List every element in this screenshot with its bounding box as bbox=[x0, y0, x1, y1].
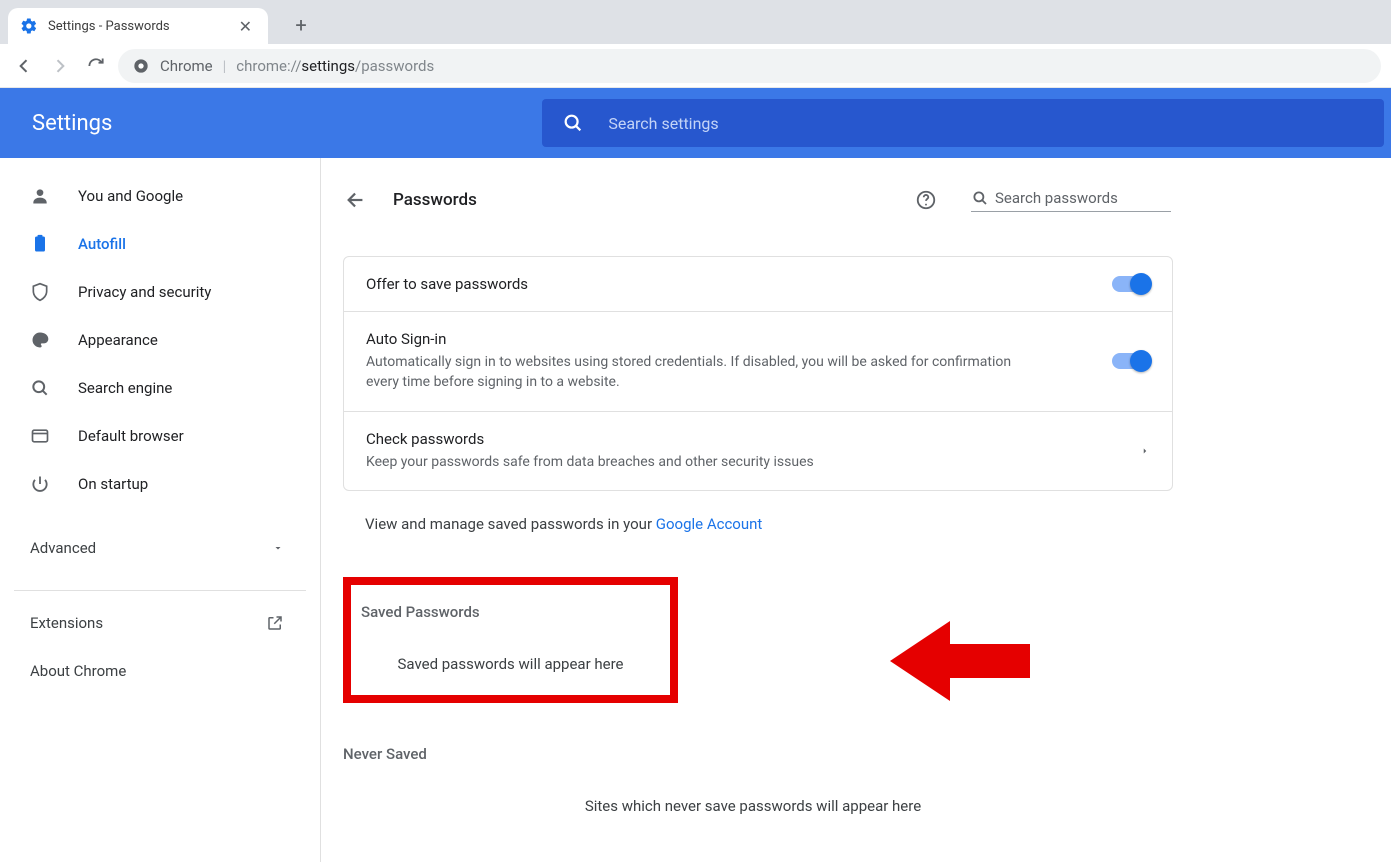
browser-tab[interactable]: Settings - Passwords ✕ bbox=[8, 8, 268, 44]
extensions-label: Extensions bbox=[30, 614, 103, 632]
settings-header: Settings Search settings bbox=[0, 88, 1391, 158]
main: You and Google Autofill Privacy and secu… bbox=[0, 158, 1391, 862]
help-icon[interactable] bbox=[915, 189, 937, 211]
sidebar-item-label: Default browser bbox=[78, 427, 184, 445]
check-passwords-row[interactable]: Check passwords Keep your passwords safe… bbox=[344, 412, 1172, 490]
settings-search[interactable]: Search settings bbox=[542, 99, 1384, 147]
chrome-icon bbox=[132, 57, 150, 75]
chevron-right-icon bbox=[1140, 446, 1150, 456]
sidebar-item-you-and-google[interactable]: You and Google bbox=[0, 172, 320, 220]
sidebar-item-label: Appearance bbox=[78, 331, 158, 349]
row-title: Check passwords bbox=[366, 430, 1140, 448]
separator: | bbox=[223, 57, 227, 75]
tab-title: Settings - Passwords bbox=[48, 19, 235, 34]
page-back-button[interactable] bbox=[345, 189, 369, 211]
browser-icon bbox=[30, 426, 52, 446]
browser-toolbar: Chrome | chrome://settings/passwords bbox=[0, 44, 1391, 88]
search-icon bbox=[30, 378, 52, 398]
back-button[interactable] bbox=[10, 52, 38, 80]
sidebar-advanced-toggle[interactable]: Advanced bbox=[0, 524, 320, 572]
sidebar-item-label: On startup bbox=[78, 475, 148, 493]
page-header: Passwords Search passwords bbox=[343, 176, 1173, 224]
auto-signin-row: Auto Sign-in Automatically sign in to we… bbox=[344, 312, 1172, 412]
sidebar-item-appearance[interactable]: Appearance bbox=[0, 316, 320, 364]
saved-passwords-section: Saved Passwords Saved passwords will app… bbox=[343, 577, 678, 703]
sidebar-item-label: Privacy and security bbox=[78, 283, 211, 301]
settings-title: Settings bbox=[32, 111, 112, 136]
sidebar-item-search-engine[interactable]: Search engine bbox=[0, 364, 320, 412]
sidebar: You and Google Autofill Privacy and secu… bbox=[0, 158, 320, 862]
new-tab-button[interactable]: + bbox=[286, 10, 316, 40]
divider bbox=[14, 590, 306, 591]
sidebar-item-label: You and Google bbox=[78, 187, 183, 205]
sidebar-item-label: Autofill bbox=[78, 235, 126, 253]
row-title: Offer to save passwords bbox=[366, 275, 1112, 293]
page-title: Passwords bbox=[393, 190, 895, 210]
manage-passwords-text: View and manage saved passwords in your … bbox=[343, 491, 1173, 557]
forward-button[interactable] bbox=[46, 52, 74, 80]
sidebar-extensions[interactable]: Extensions bbox=[0, 599, 320, 647]
row-description: Automatically sign in to websites using … bbox=[366, 352, 1026, 393]
url-text: chrome://settings/passwords bbox=[236, 57, 434, 75]
sidebar-item-on-startup[interactable]: On startup bbox=[0, 460, 320, 508]
clipboard-icon bbox=[30, 234, 52, 254]
open-in-new-icon bbox=[266, 614, 284, 632]
sidebar-item-autofill[interactable]: Autofill bbox=[0, 220, 320, 268]
never-saved-empty-text: Sites which never save passwords will ap… bbox=[343, 797, 1163, 815]
close-tab-button[interactable]: ✕ bbox=[235, 17, 256, 36]
power-icon bbox=[30, 474, 52, 494]
search-icon bbox=[971, 189, 989, 207]
password-settings-card: Offer to save passwords Auto Sign-in Aut… bbox=[343, 256, 1173, 491]
tab-strip: Settings - Passwords ✕ + bbox=[0, 0, 1391, 44]
sidebar-about-chrome[interactable]: About Chrome bbox=[0, 647, 320, 695]
sidebar-item-default-browser[interactable]: Default browser bbox=[0, 412, 320, 460]
offer-save-passwords-row: Offer to save passwords bbox=[344, 257, 1172, 312]
google-account-link[interactable]: Google Account bbox=[656, 515, 763, 533]
row-description: Keep your passwords safe from data breac… bbox=[366, 452, 1026, 472]
saved-passwords-empty-text: Saved passwords will appear here bbox=[361, 655, 660, 673]
never-saved-heading: Never Saved bbox=[343, 745, 1173, 763]
password-search-placeholder: Search passwords bbox=[995, 189, 1118, 207]
auto-signin-toggle[interactable] bbox=[1112, 353, 1150, 369]
saved-passwords-heading: Saved Passwords bbox=[361, 603, 660, 621]
never-saved-section: Never Saved Sites which never save passw… bbox=[343, 745, 1173, 815]
shield-icon bbox=[30, 282, 52, 302]
row-title: Auto Sign-in bbox=[366, 330, 1112, 348]
offer-save-passwords-toggle[interactable] bbox=[1112, 276, 1150, 292]
content-area: Passwords Search passwords Offer to save… bbox=[320, 158, 1391, 862]
gear-icon bbox=[20, 17, 38, 35]
address-bar[interactable]: Chrome | chrome://settings/passwords bbox=[118, 49, 1381, 83]
advanced-label: Advanced bbox=[30, 539, 96, 557]
annotation-arrow-icon bbox=[890, 616, 1040, 706]
person-icon bbox=[30, 186, 52, 206]
browser-chrome: Settings - Passwords ✕ + Chrome | chrome… bbox=[0, 0, 1391, 88]
sidebar-item-privacy[interactable]: Privacy and security bbox=[0, 268, 320, 316]
reload-button[interactable] bbox=[82, 52, 110, 80]
url-label: Chrome bbox=[160, 57, 213, 75]
about-label: About Chrome bbox=[30, 662, 126, 680]
sidebar-item-label: Search engine bbox=[78, 379, 172, 397]
password-search-input[interactable]: Search passwords bbox=[971, 189, 1171, 212]
search-placeholder: Search settings bbox=[608, 114, 718, 133]
search-icon bbox=[562, 112, 584, 134]
palette-icon bbox=[30, 330, 52, 350]
chevron-down-icon bbox=[272, 542, 284, 554]
